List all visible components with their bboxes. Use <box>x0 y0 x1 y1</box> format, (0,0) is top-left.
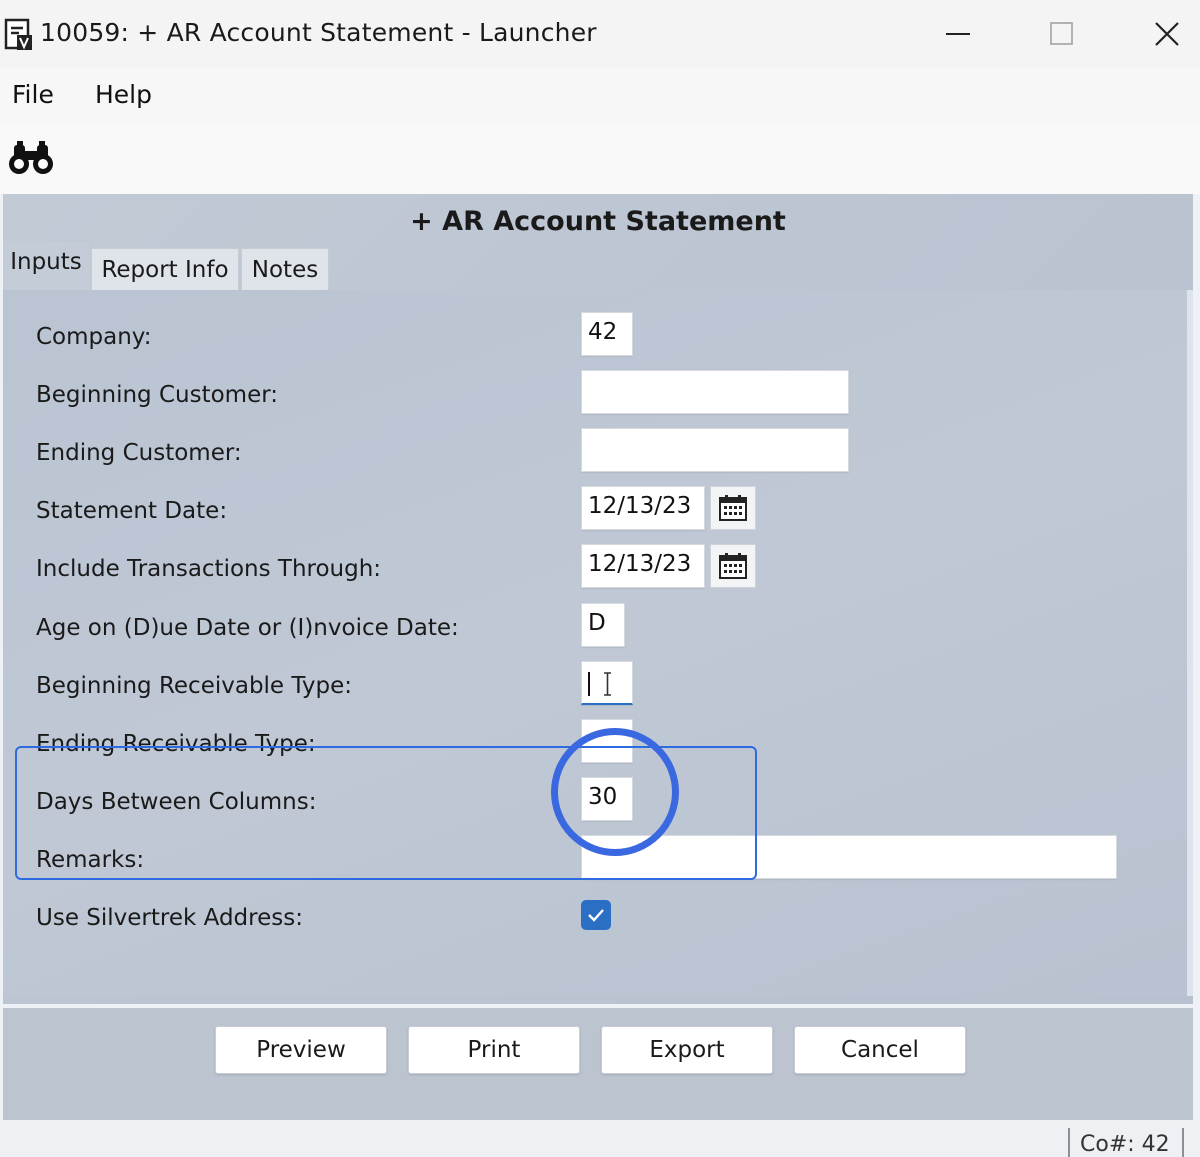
cancel-button[interactable]: Cancel <box>794 1026 966 1074</box>
status-company: Co#: 42 <box>1080 1132 1170 1157</box>
calendar-icon <box>719 495 747 521</box>
text-cursor-icon <box>588 672 611 696</box>
age-on-input[interactable]: D <box>581 603 625 647</box>
tab-inputs[interactable]: Inputs <box>3 242 89 290</box>
status-bar: Co#: 42 <box>0 1120 1200 1157</box>
menu-bar: File Help <box>0 68 1200 123</box>
include-transactions-calendar-button[interactable] <box>710 544 756 588</box>
tab-report-info[interactable]: Report Info <box>91 248 239 290</box>
maximize-icon <box>1050 22 1073 45</box>
company-label: Company: <box>36 324 152 350</box>
checkmark-icon <box>588 909 604 922</box>
beginning-customer-input[interactable] <box>581 370 849 414</box>
statement-date-label: Statement Date: <box>36 498 228 524</box>
form-title: + AR Account Statement <box>410 206 786 237</box>
title-bar: 10059: + AR Account Statement - Launcher <box>0 0 1200 68</box>
company-input[interactable]: 42 <box>581 312 633 356</box>
minimize-icon <box>946 33 970 35</box>
statement-date-input[interactable]: 12/13/23 <box>581 486 705 530</box>
use-silvertrek-address-label: Use Silvertrek Address: <box>36 905 303 931</box>
include-transactions-label: Include Transactions Through: <box>36 556 382 582</box>
report-app-icon <box>4 18 32 50</box>
highlight-circle <box>551 728 679 856</box>
toolbar <box>0 123 1200 194</box>
export-button[interactable]: Export <box>601 1026 773 1074</box>
ending-customer-input[interactable] <box>581 428 849 472</box>
preview-button[interactable]: Preview <box>215 1026 387 1074</box>
include-transactions-input[interactable]: 12/13/23 <box>581 544 705 588</box>
maximize-button[interactable] <box>1039 12 1085 56</box>
ending-customer-label: Ending Customer: <box>36 440 242 466</box>
menu-help[interactable]: Help <box>95 80 152 109</box>
status-separator <box>1182 1128 1184 1157</box>
beginning-receivable-type-label: Beginning Receivable Type: <box>36 673 352 699</box>
print-button[interactable]: Print <box>408 1026 580 1074</box>
main-panel: + AR Account Statement Inputs Report Inf… <box>3 194 1193 1004</box>
close-button[interactable] <box>1144 12 1190 56</box>
minimize-button[interactable] <box>936 12 982 56</box>
status-separator <box>1068 1128 1070 1157</box>
age-on-label: Age on (D)ue Date or (I)nvoice Date: <box>36 615 459 641</box>
button-bar: Preview Print Export Cancel <box>3 1008 1193 1120</box>
use-silvertrek-address-checkbox[interactable] <box>581 900 611 930</box>
calendar-icon <box>719 553 747 579</box>
menu-file[interactable]: File <box>12 80 54 109</box>
beginning-customer-label: Beginning Customer: <box>36 382 279 408</box>
binoculars-icon[interactable] <box>8 139 54 177</box>
close-icon <box>1155 22 1179 46</box>
inputs-form: Company: 42 Beginning Customer: Ending C… <box>3 290 1193 996</box>
tab-notes[interactable]: Notes <box>241 248 329 290</box>
window-title: 10059: + AR Account Statement - Launcher <box>40 18 597 47</box>
statement-date-calendar-button[interactable] <box>710 486 756 530</box>
